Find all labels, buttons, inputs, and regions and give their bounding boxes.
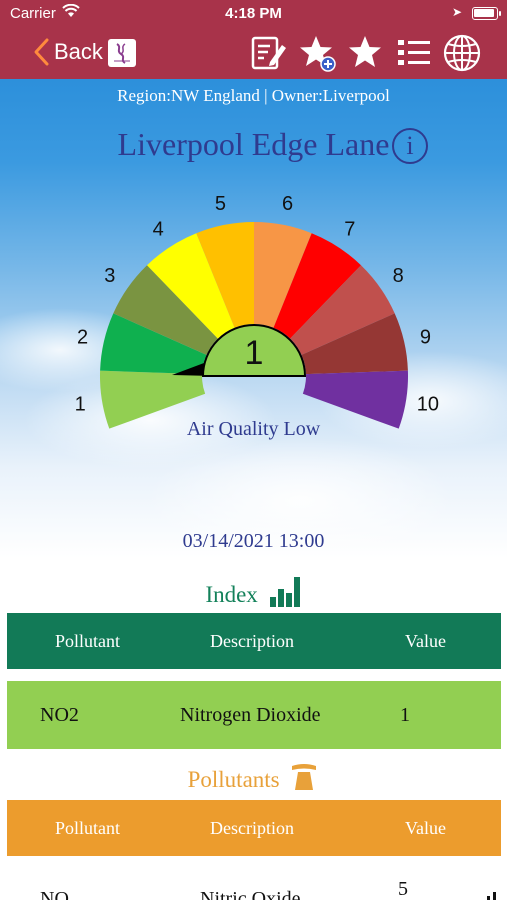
site-title: Liverpool Edge Lane [0,126,507,163]
col-value: Value [405,630,446,651]
gauge-label-2: 2 [77,326,88,348]
row-value: 5 [398,878,408,900]
favorite-icon[interactable] [345,33,385,73]
battery-icon [472,7,501,20]
col-value: Value [405,817,446,838]
row-description: Nitric Oxide [200,888,301,900]
globe-icon[interactable] [442,33,482,73]
gauge-label-5: 5 [215,193,226,215]
col-pollutant: Pollutant [55,630,121,651]
pollutants-table-header: Pollutant Description Value [7,800,501,856]
pollutants-section-title: Pollutants [0,762,507,793]
table-row[interactable]: NO2 Nitrogen Dioxide 1 [7,681,501,749]
table-row[interactable]: NO Nitric Oxide 5 [7,866,501,900]
gauge-label-9: 9 [420,326,431,348]
app-logo-icon [108,39,136,67]
row-pollutant: NO2 [40,703,79,726]
status-time: 4:18 PM [225,5,282,22]
gauge-label-1: 1 [75,394,86,416]
row-pollutant: NO [40,888,69,900]
air-quality-gauge: 1 2 3 4 5 6 7 8 9 10 1 [75,193,439,429]
favorite-add-icon[interactable] [297,33,337,73]
back-button[interactable]: Back [32,34,103,70]
index-section-title: Index [0,575,507,608]
index-table-header: Pollutant Description Value [7,613,501,669]
gauge-label-3: 3 [104,265,115,287]
nav-header: Carrier 4:18 PM ➤ Back [0,0,507,79]
chevron-left-icon [34,38,49,66]
gauge-label-8: 8 [393,265,404,287]
edit-icon[interactable] [248,33,288,73]
gauge-label-6: 6 [282,193,293,215]
gauge-label-10: 10 [417,394,439,416]
site-title-text: Liverpool Edge Lane [117,126,390,162]
region-owner-text: Region:NW England | Owner:Liverpool [117,86,390,105]
status-bar: Carrier 4:18 PM ➤ [0,0,507,28]
bar-chart-icon[interactable] [485,890,499,900]
gauge-current-value: 1 [245,334,264,372]
index-title-text: Index [205,582,258,607]
row-value: 1 [400,703,410,726]
col-pollutant: Pollutant [55,817,121,838]
col-description: Description [210,630,294,651]
row-description: Nitrogen Dioxide [180,703,321,726]
list-icon[interactable] [394,33,434,73]
col-description: Description [210,817,294,838]
pollutants-title-text: Pollutants [187,767,280,792]
gauge-label-4: 4 [153,218,164,240]
gauge-label-7: 7 [344,218,355,240]
air-quality-status: Air Quality Low [186,418,321,440]
factory-chimney-icon [292,764,317,790]
reading-datetime: 03/14/2021 13:00 [182,530,325,552]
location-arrow-icon: ➤ [452,5,463,19]
bar-chart-icon [269,577,300,607]
back-label: Back [54,39,103,64]
info-icon[interactable]: i [392,128,428,164]
